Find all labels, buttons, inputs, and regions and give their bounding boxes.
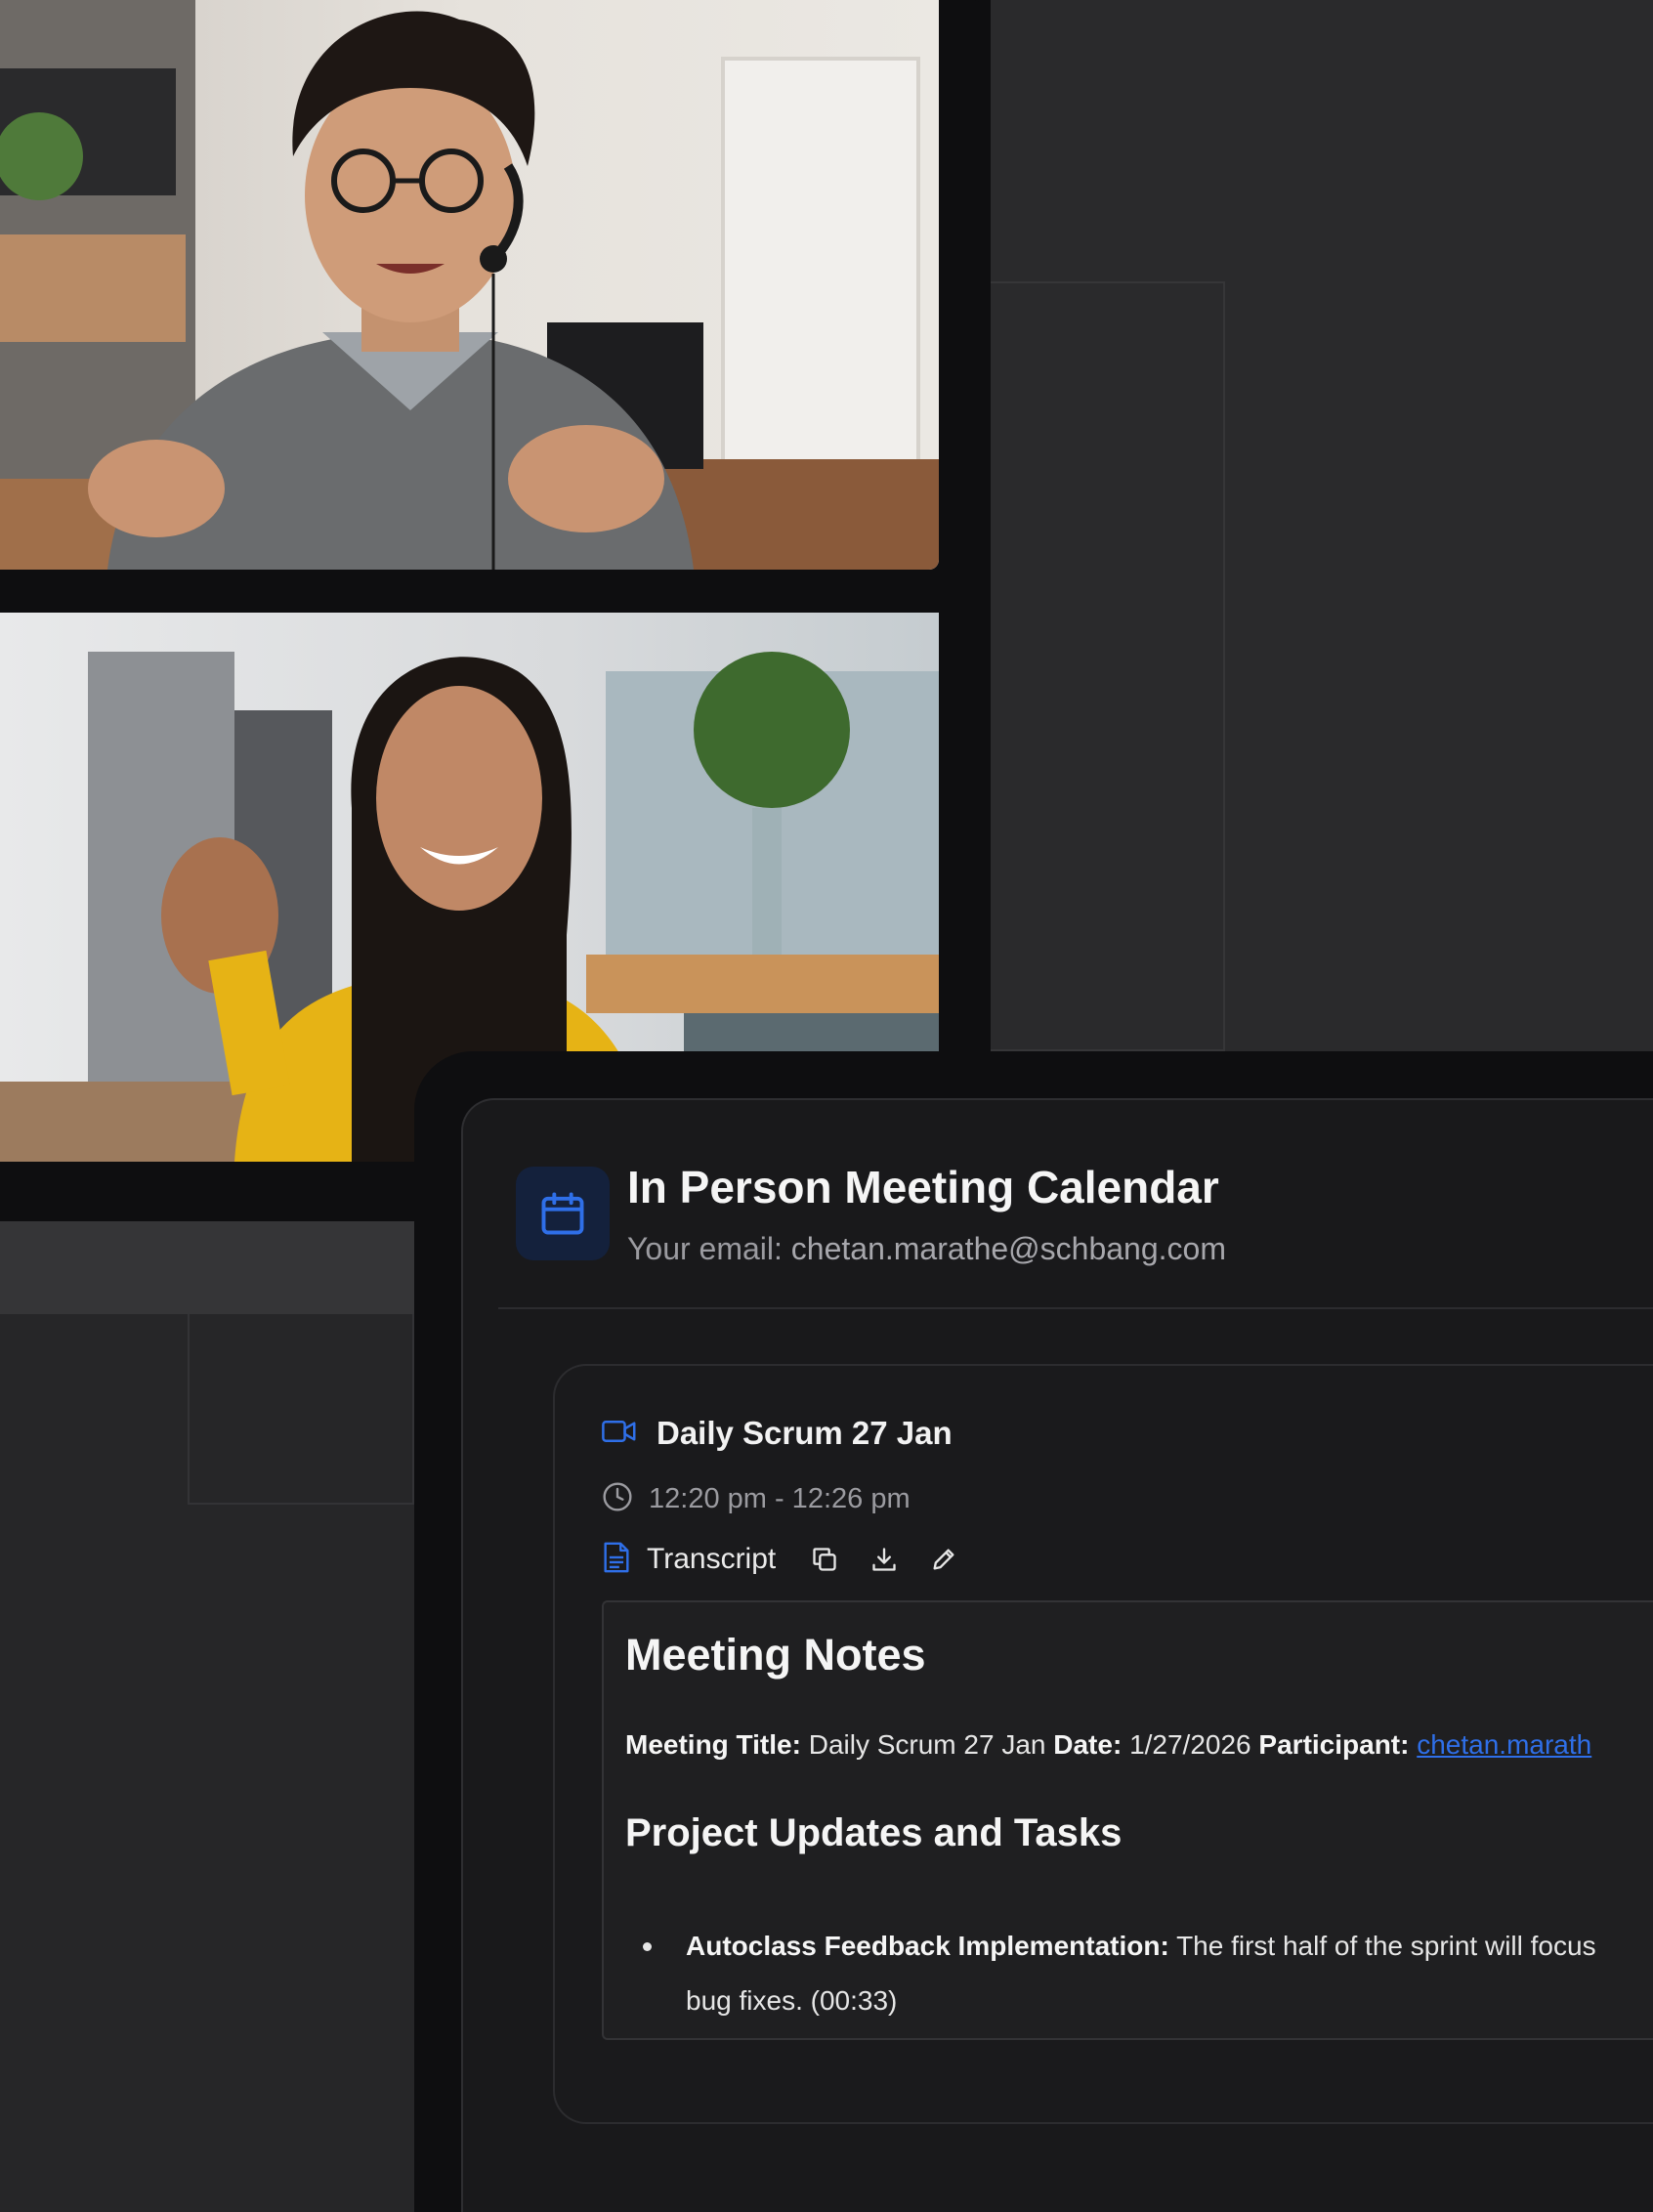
- header-divider: [498, 1307, 1653, 1309]
- user-email: Your email: chetan.marathe@schbang.com: [627, 1231, 1226, 1267]
- meta-title-label: Meeting Title:: [625, 1729, 801, 1760]
- background-box: [188, 1314, 414, 1505]
- background-panel-lower-left: [0, 1221, 414, 2212]
- video-tile-participant-1[interactable]: [0, 0, 939, 570]
- bullet-line-1: Autoclass Feedback Implementation: The f…: [686, 1919, 1596, 1974]
- meeting-notes: Meeting Notes Meeting Title: Daily Scrum…: [602, 1600, 1653, 2040]
- bullet-text: The first half of the sprint will focus: [1176, 1931, 1596, 1961]
- bullet-dot: [643, 1942, 652, 1951]
- video-strip-edge: [939, 0, 991, 1051]
- edit-icon: [933, 1549, 954, 1570]
- meeting-title-row: Daily Scrum 27 Jan: [602, 1415, 953, 1452]
- page-title: In Person Meeting Calendar: [627, 1162, 1219, 1212]
- participant-link[interactable]: chetan.marath: [1417, 1729, 1591, 1760]
- background-bar: [0, 1221, 414, 1314]
- document-icon: [602, 1541, 631, 1579]
- meeting-time-row: 12:20 pm - 12:26 pm: [602, 1481, 911, 1517]
- copy-button[interactable]: [805, 1540, 844, 1579]
- section-heading: Project Updates and Tasks: [625, 1811, 1123, 1854]
- download-icon: [872, 1548, 896, 1571]
- copy-icon: [813, 1548, 836, 1571]
- meeting-title: Daily Scrum 27 Jan: [657, 1415, 953, 1451]
- right-background: [991, 0, 1653, 1051]
- video-icon: [602, 1419, 637, 1449]
- calendar-icon: [516, 1167, 610, 1260]
- meta-date-label: Date:: [1053, 1729, 1123, 1760]
- email-label: Your email:: [627, 1231, 783, 1266]
- bullet-line-2: bug fixes. (00:33): [686, 1985, 898, 2016]
- meta-participant-label: Participant:: [1258, 1729, 1410, 1760]
- edit-button[interactable]: [924, 1540, 963, 1579]
- transcript-label[interactable]: Transcript: [647, 1543, 776, 1576]
- meta-date-value: 1/27/2026: [1129, 1729, 1251, 1760]
- notes-meta: Meeting Title: Daily Scrum 27 Jan Date: …: [625, 1729, 1591, 1761]
- notes-heading: Meeting Notes: [625, 1630, 926, 1680]
- download-button[interactable]: [865, 1540, 904, 1579]
- email-value: chetan.marathe@schbang.com: [790, 1231, 1226, 1266]
- meeting-time: 12:20 pm - 12:26 pm: [649, 1483, 911, 1514]
- bullet-label: Autoclass Feedback Implementation:: [686, 1931, 1169, 1961]
- transcript-toolbar: Transcript: [602, 1540, 984, 1579]
- clock-icon: [602, 1481, 633, 1517]
- background-frame: [991, 281, 1225, 1051]
- participant-1-video: [0, 0, 939, 570]
- meta-title-value: Daily Scrum 27 Jan: [808, 1729, 1046, 1760]
